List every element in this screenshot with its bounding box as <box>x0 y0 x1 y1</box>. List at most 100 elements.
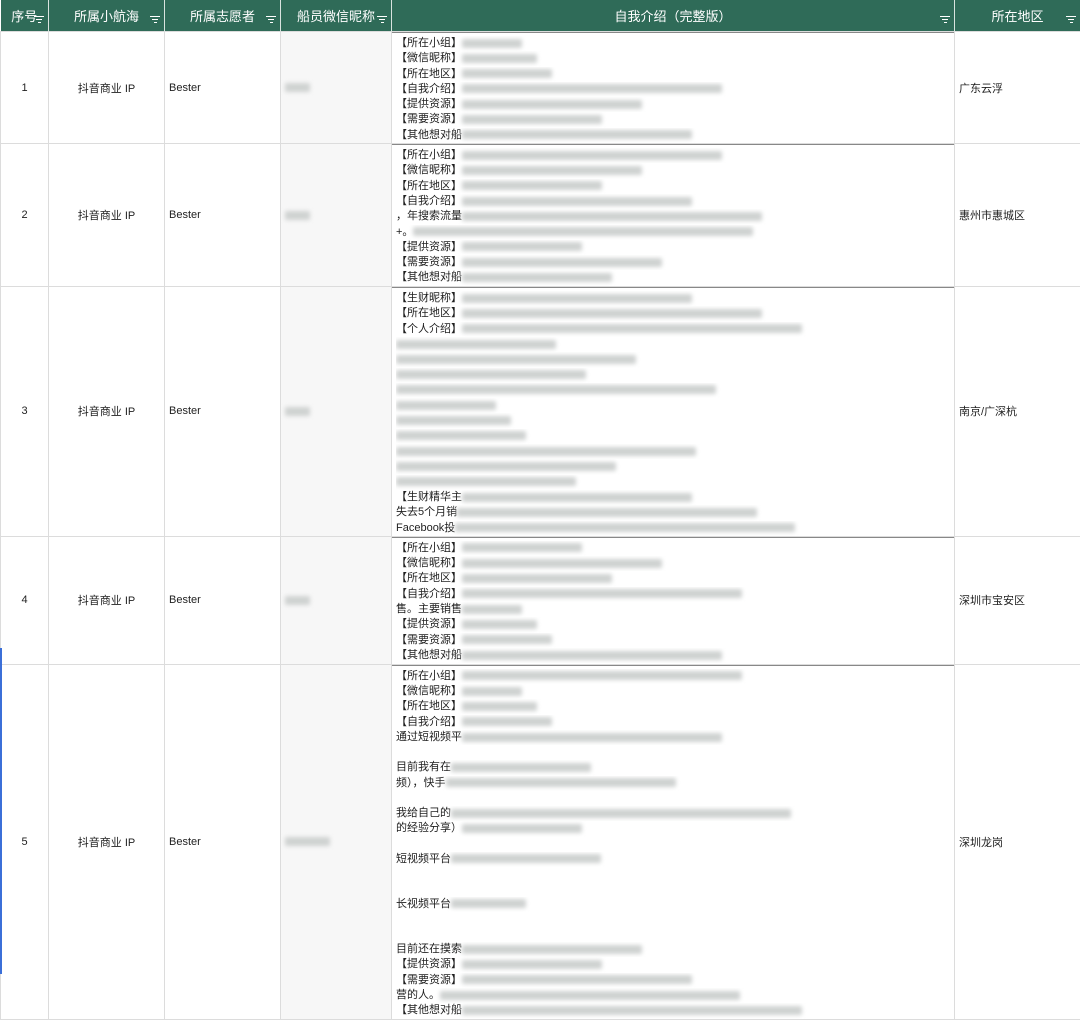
redacted-text <box>462 309 762 318</box>
intro-line-label: 目前还在摸索 <box>396 943 462 955</box>
intro-line: 售。主要销售 <box>396 602 950 617</box>
intro-line-label: 【提供资源】 <box>396 98 462 110</box>
intro-line-label: 【需要资源】 <box>396 256 462 268</box>
intro-line-label: 【提供资源】 <box>396 241 462 253</box>
team-cell[interactable]: 抖音商业 IP <box>49 287 165 537</box>
intro-line: 【需要资源】 <box>396 112 950 127</box>
volunteer-cell[interactable]: Bester <box>165 536 281 664</box>
intro-line: Facebook投 <box>396 521 950 536</box>
intro-line-label: 【自我介绍】 <box>396 195 462 207</box>
table-row[interactable]: 2抖音商业 IPBester 【所在小组】【微信昵称】【所在地区】【自我介绍】，年… <box>1 144 1080 287</box>
redacted-text <box>462 197 692 206</box>
redacted-text <box>457 508 757 517</box>
table-row[interactable]: 5抖音商业 IPBester【所在小组】【微信昵称】【所在地区】【自我介绍】通过… <box>1 664 1080 1019</box>
intro-line-label: 【所在地区】 <box>396 68 462 80</box>
column-header-volunteer[interactable]: 所属志愿者 <box>165 0 281 32</box>
redacted-text <box>396 370 586 379</box>
volunteer-cell[interactable]: Bester <box>165 32 281 144</box>
volunteer-cell[interactable]: Bester <box>165 287 281 537</box>
intro-line: 【所在小组】 <box>396 36 950 51</box>
redacted-text <box>462 69 552 78</box>
intro-cell[interactable]: 【所在小组】【微信昵称】【所在地区】【自我介绍】，年搜索流量+。【提供资源】【需… <box>392 144 955 287</box>
nickname-cell[interactable] <box>281 144 392 287</box>
volunteer-cell[interactable]: Bester <box>165 144 281 287</box>
filter-icon[interactable] <box>150 16 160 26</box>
team-cell[interactable]: 抖音商业 IP <box>49 144 165 287</box>
intro-line: 【自我介绍】 <box>396 194 950 209</box>
intro-line <box>396 413 950 428</box>
intro-line-label: 【其他想对船 <box>396 129 462 141</box>
nickname-cell[interactable] <box>281 536 392 664</box>
redacted-text <box>462 574 612 583</box>
intro-line: 【所在地区】 <box>396 571 950 586</box>
intro-cell[interactable]: 【所在小组】【微信昵称】【所在地区】【自我介绍】通过短视频平 目前我有在频），快… <box>392 664 955 1019</box>
region-cell[interactable]: 深圳龙岗 <box>955 664 1080 1019</box>
redacted-text <box>396 462 616 471</box>
team-cell[interactable]: 抖音商业 IP <box>49 32 165 144</box>
intro-line-label: 的经验分享） <box>396 822 462 834</box>
redacted-text <box>462 151 722 160</box>
nickname-cell[interactable] <box>281 664 392 1019</box>
region-cell[interactable]: 南京/广深杭 <box>955 287 1080 537</box>
intro-cell[interactable]: 【所在小组】【微信昵称】【所在地区】【自我介绍】【提供资源】【需要资源】【其他想… <box>392 32 955 144</box>
column-header-idx[interactable]: 序号 <box>1 0 49 32</box>
nickname-cell[interactable] <box>281 287 392 537</box>
intro-line-label: 【所在地区】 <box>396 700 462 712</box>
intro-line: 【其他想对船 <box>396 128 950 143</box>
intro-line: 失去5个月销 <box>396 505 950 520</box>
column-header-region[interactable]: 所在地区 <box>955 0 1080 32</box>
region-cell[interactable]: 深圳市宝安区 <box>955 536 1080 664</box>
column-header-nick[interactable]: 船员微信昵称 <box>281 0 392 32</box>
column-header-team[interactable]: 所属小航海 <box>49 0 165 32</box>
redacted-text <box>462 687 522 696</box>
blank-line <box>396 882 950 897</box>
redacted-text <box>462 671 742 680</box>
redacted-text <box>451 899 526 908</box>
redacted-text <box>396 431 526 440</box>
filter-icon[interactable] <box>940 16 950 26</box>
intro-cell[interactable]: 【所在小组】【微信昵称】【所在地区】【自我介绍】售。主要销售【提供资源】【需要资… <box>392 536 955 664</box>
intro-line: +。 <box>396 225 950 240</box>
redacted-text <box>462 84 722 93</box>
blank-line <box>396 867 950 882</box>
intro-line-label: 【自我介绍】 <box>396 83 462 95</box>
intro-line: 【自我介绍】 <box>396 587 950 602</box>
redacted-text <box>396 401 496 410</box>
nickname-cell[interactable] <box>281 32 392 144</box>
intro-line: 我给自己的 <box>396 806 950 821</box>
intro-line: 【其他想对船 <box>396 270 950 285</box>
intro-line: 【提供资源】 <box>396 617 950 632</box>
region-cell[interactable]: 广东云浮 <box>955 32 1080 144</box>
redacted-text <box>455 523 795 532</box>
filter-icon[interactable] <box>34 16 44 26</box>
intro-line-label: 【生财精华主 <box>396 491 462 503</box>
redacted-text <box>462 324 802 333</box>
region-cell[interactable]: 惠州市惠城区 <box>955 144 1080 287</box>
table-row[interactable]: 1抖音商业 IPBester【所在小组】【微信昵称】【所在地区】【自我介绍】【提… <box>1 32 1080 144</box>
redacted-text <box>451 763 591 772</box>
intro-line-label: 【其他想对船 <box>396 1004 462 1016</box>
intro-line <box>396 383 950 398</box>
team-cell[interactable]: 抖音商业 IP <box>49 664 165 1019</box>
intro-line-label: 失去5个月销 <box>396 506 457 518</box>
intro-line-label: 长视频平台 <box>396 898 451 910</box>
redacted-text <box>462 605 522 614</box>
redacted-text <box>462 130 692 139</box>
intro-cell[interactable]: 【生财昵称】【所在地区】【个人介绍】【生财精华主失去5个月销Facebook投 <box>392 287 955 537</box>
table-row[interactable]: 3抖音商业 IPBester【生财昵称】【所在地区】【个人介绍】【生财精华主失去… <box>1 287 1080 537</box>
filter-icon[interactable] <box>1066 16 1076 26</box>
intro-line: 【需要资源】 <box>396 255 950 270</box>
intro-line: 【所在小组】 <box>396 669 950 684</box>
filter-icon[interactable] <box>377 16 387 26</box>
row-index: 2 <box>1 144 49 287</box>
filter-icon[interactable] <box>266 16 276 26</box>
intro-line <box>396 475 950 490</box>
intro-line: 【所在地区】 <box>396 306 950 321</box>
volunteer-cell[interactable]: Bester <box>165 664 281 1019</box>
intro-line: 短视频平台 <box>396 852 950 867</box>
intro-line: 【微信昵称】 <box>396 556 950 571</box>
team-cell[interactable]: 抖音商业 IP <box>49 536 165 664</box>
column-header-intro[interactable]: 自我介绍（完整版） <box>392 0 955 32</box>
redacted-text <box>451 809 791 818</box>
table-row[interactable]: 4抖音商业 IPBester【所在小组】【微信昵称】【所在地区】【自我介绍】售。… <box>1 536 1080 664</box>
